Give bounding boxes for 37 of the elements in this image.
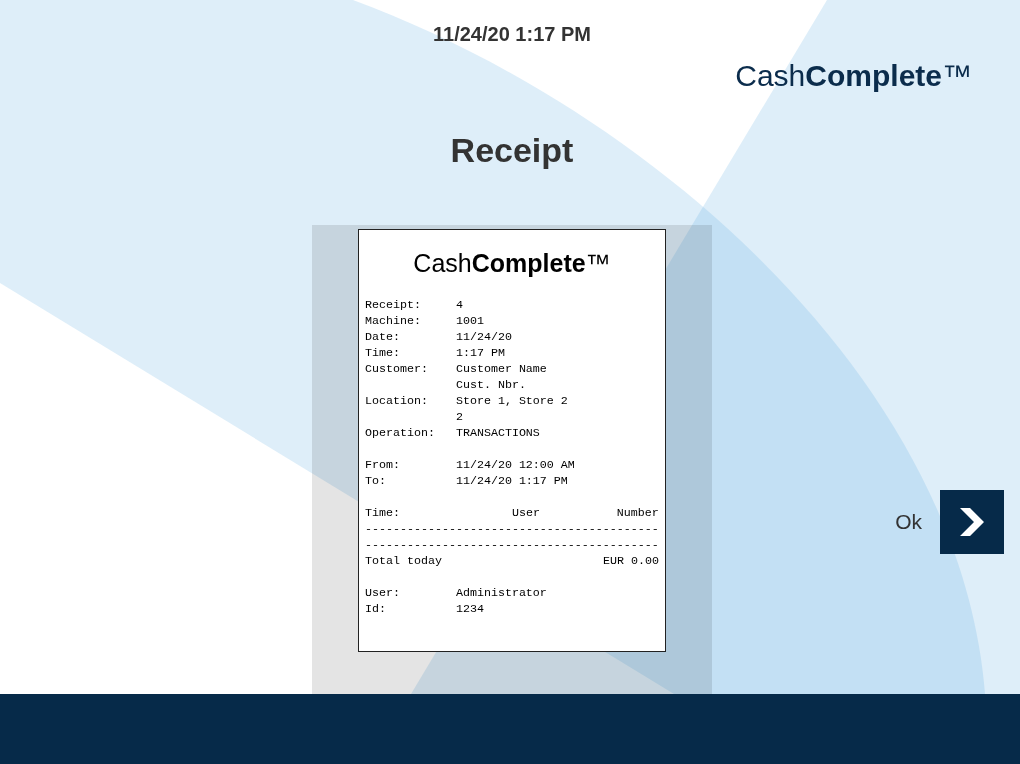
receipt-value: TRANSACTIONS	[455, 425, 540, 441]
page-title: Receipt	[450, 130, 574, 170]
receipt-label: Receipt:	[365, 297, 422, 313]
receipt-label: From:	[365, 457, 401, 473]
receipt-value: Customer Name	[455, 361, 547, 377]
dashed-separator: ------------------------------------------	[365, 537, 659, 553]
brand-logo: CashComplete™	[735, 58, 972, 94]
receipt-label: User:	[365, 585, 401, 601]
receipt-label: Location:	[365, 393, 429, 410]
ok-button[interactable]: Ok	[895, 490, 1004, 554]
receipt-value: Cust. Nbr.	[455, 377, 526, 393]
receipt-value: 1234	[455, 601, 484, 617]
receipt-value: 11/24/20 12:00 AM	[455, 457, 575, 473]
receipt-value: 2	[455, 409, 463, 425]
receipt-label: Machine:	[365, 313, 422, 329]
total-label: Total today	[365, 553, 442, 569]
receipt-label: Operation:	[365, 425, 436, 441]
receipt-label: To:	[365, 473, 387, 489]
receipt-label: Customer:	[365, 361, 429, 378]
receipt-value: Administrator	[455, 585, 547, 601]
dashed-separator: ------------------------------------------	[365, 521, 659, 537]
column-header: Number	[616, 505, 659, 521]
column-header: User	[511, 505, 541, 521]
date-time-text: 11/24/20 1:17 PM	[433, 22, 591, 46]
receipt-label: Date:	[365, 329, 401, 345]
receipt-value: 11/24/20 1:17 PM	[455, 473, 568, 489]
total-amount: EUR 0.00	[603, 553, 659, 569]
receipt-value: 11/24/20	[455, 329, 512, 345]
receipt-label: Id:	[365, 601, 387, 617]
receipt-logo: CashComplete™	[412, 248, 612, 278]
receipt-label: Time:	[365, 345, 401, 361]
chevron-right-icon	[940, 490, 1004, 554]
receipt-value: 1:17 PM	[455, 345, 505, 361]
receipt-value: 1001	[455, 313, 484, 329]
receipt-value: Store 1, Store 2	[455, 393, 568, 409]
column-header: Time:	[365, 505, 401, 521]
receipt-value: 4	[455, 297, 463, 313]
